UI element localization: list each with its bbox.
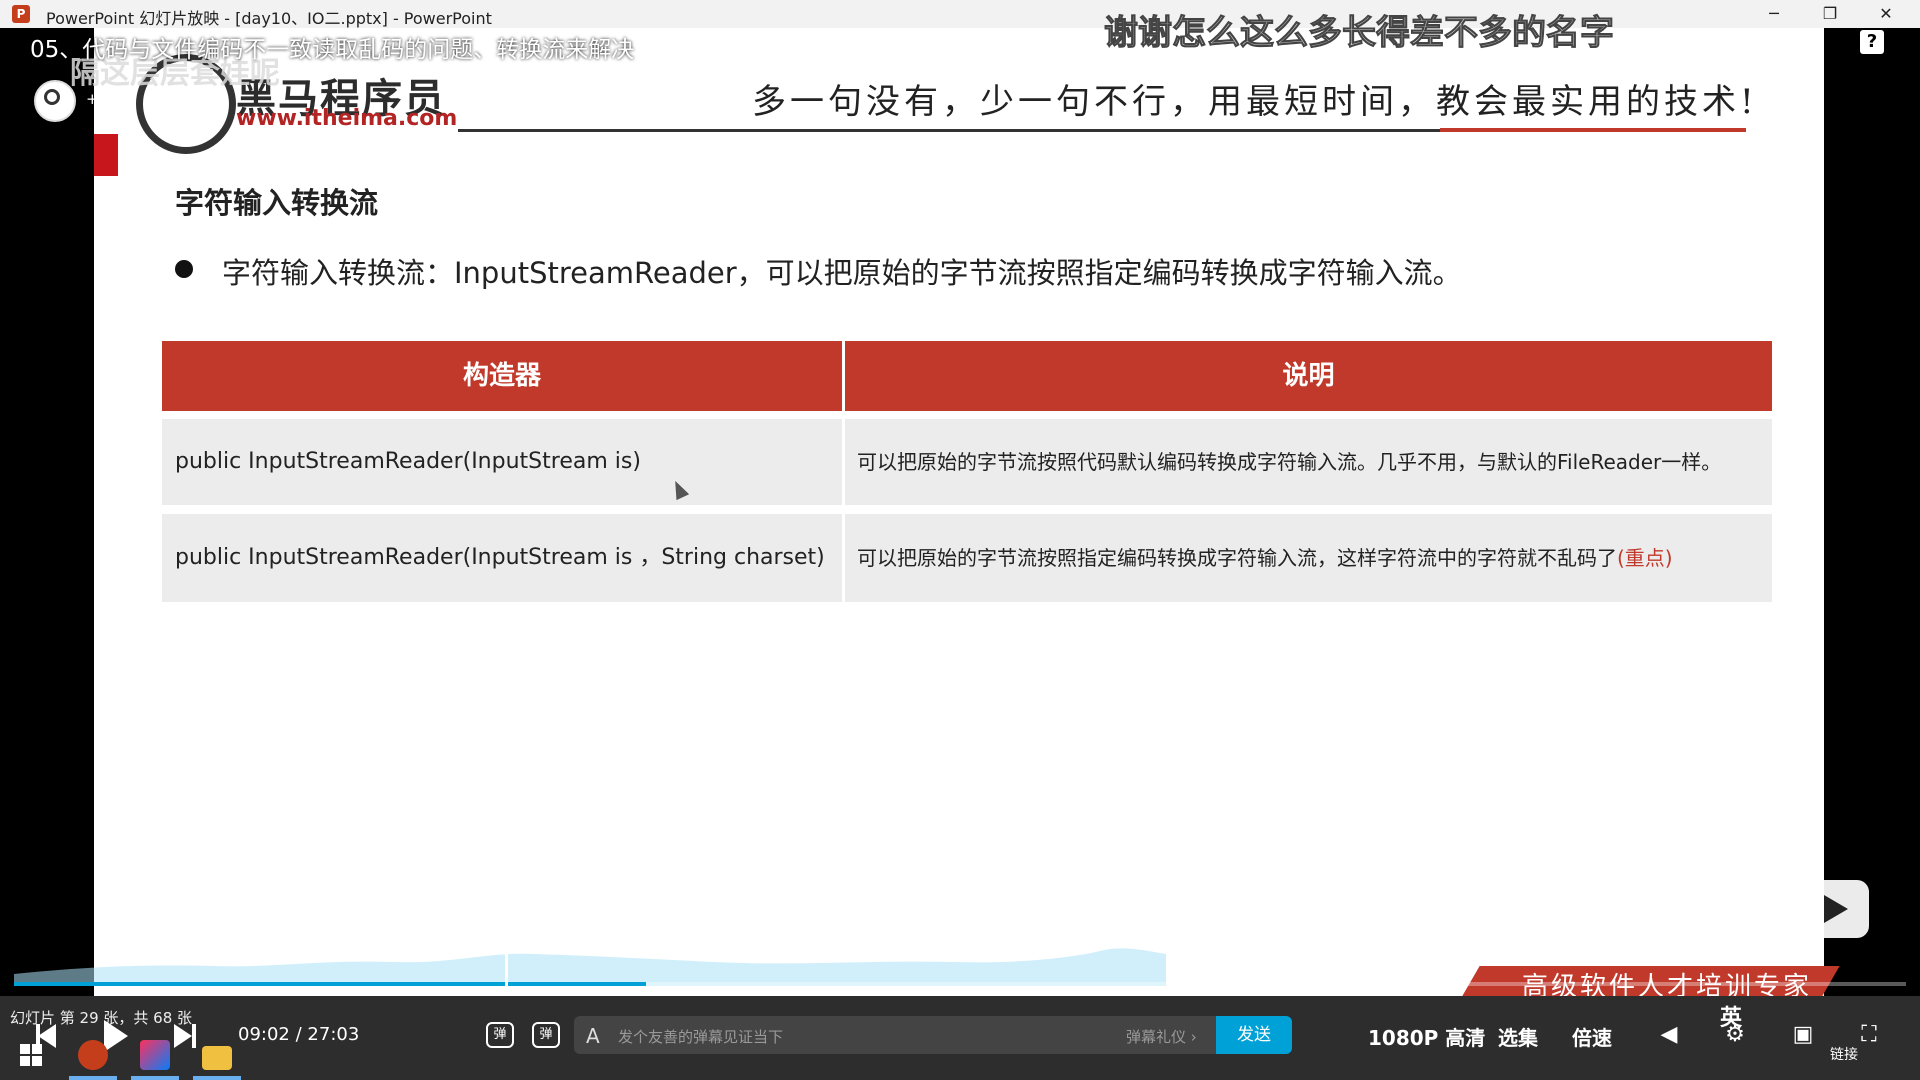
danmaku-toggle-icon[interactable]: 弹 (486, 1022, 514, 1048)
avatar-logo-icon (44, 89, 60, 105)
table-cell-constructor: public InputStreamReader(InputStream is) (162, 419, 842, 505)
ime-indicator[interactable]: 英 (1720, 1000, 1742, 1032)
total-time: 27:03 (307, 1024, 360, 1045)
time-display: 09:02 / 27:03 (238, 1024, 359, 1045)
send-danmaku-button[interactable]: 发送 (1216, 1016, 1292, 1054)
file-explorer-taskbar-icon[interactable] (202, 1046, 232, 1070)
fullscreen-icon[interactable]: ⛶ (1856, 1022, 1882, 1048)
table-cell-constructor: public InputStreamReader(InputStream is … (162, 514, 842, 602)
bullet-text: 字符输入转换流：InputStreamReader，可以把原始的字节流按照指定编… (222, 256, 1462, 290)
bullet-icon (175, 260, 193, 278)
key-point-label: (重点) (1617, 546, 1673, 570)
header-divider-accent (1440, 128, 1746, 132)
link-label[interactable]: 链接 (1830, 1044, 1858, 1064)
description-text: 可以把原始的字节流按照指定编码转换成字符输入流，这样字符流中的字符就不乱码了 (857, 546, 1617, 570)
quality-selector[interactable]: 1080P 高清 (1368, 1022, 1485, 1051)
danmaku-heatmap (14, 948, 1166, 986)
danmaku-comment: 谢谢怎么这么多长得差不多的名字 (1104, 13, 1615, 54)
restore-button[interactable]: ❐ (1802, 0, 1858, 28)
slide-heading: 字符输入转换流 (175, 186, 379, 220)
table-header-description: 说明 (845, 341, 1772, 411)
taskbar-active-indicator (193, 1076, 241, 1080)
danmaku-settings-icon[interactable]: 弹 (532, 1022, 560, 1048)
red-accent-block (94, 134, 118, 176)
minimize-button[interactable]: ─ (1746, 0, 1802, 28)
episodes-button[interactable]: 选集 (1498, 1022, 1538, 1051)
time-separator: / (295, 1024, 302, 1045)
slide-slogan: 多一句没有，少一句不行，用最短时间，教会最实用的技术! (752, 82, 1758, 122)
speed-button[interactable]: 倍速 (1572, 1022, 1612, 1051)
taskbar-active-indicator (131, 1076, 179, 1080)
intellij-taskbar-icon[interactable] (140, 1040, 170, 1070)
danmaku-input-placeholder: 发个友善的弹幕见证当下 (618, 1028, 784, 1046)
font-style-icon[interactable]: A (586, 1024, 600, 1048)
description-text: 可以把原始的字节流按照代码默认编码转换成字符输入流。几乎不用，与默认的FileR… (857, 450, 1722, 474)
powerpoint-icon: P (12, 5, 30, 23)
chapter-marker (505, 950, 508, 986)
video-title: 05、代码与文件编码不一致读取乱码的问题、转换流来解决 (30, 37, 635, 63)
window-title: PowerPoint 幻灯片放映 - [day10、IO二.pptx] - Po… (46, 9, 492, 28)
play-icon (1824, 895, 1848, 923)
close-button[interactable]: ✕ (1858, 0, 1914, 28)
help-icon[interactable]: ? (1860, 30, 1884, 54)
picture-in-picture-icon[interactable]: ▣ (1790, 1022, 1816, 1048)
slide-canvas (94, 28, 1824, 996)
table-cell-description: 可以把原始的字节流按照指定编码转换成字符输入流，这样字符流中的字符就不乱码了(重… (845, 514, 1772, 602)
danmaku-etiquette-link[interactable]: 弹幕礼仪 › (1126, 1026, 1197, 1047)
next-icon-bar (192, 1024, 196, 1048)
taskbar-active-indicator (69, 1076, 117, 1080)
current-time: 09:02 (238, 1024, 290, 1045)
logo-url: www.itheima.com (236, 106, 458, 131)
progress-fill (14, 982, 646, 986)
play-button[interactable] (104, 1020, 128, 1052)
volume-icon[interactable]: ◀ (1656, 1022, 1682, 1048)
windows-start-icon[interactable] (20, 1044, 42, 1066)
table-header-constructor: 构造器 (162, 341, 842, 411)
next-button[interactable] (174, 1024, 192, 1048)
follow-button[interactable]: + 关注 (86, 88, 133, 109)
powerpoint-taskbar-icon[interactable] (78, 1040, 108, 1070)
table-cell-description: 可以把原始的字节流按照代码默认编码转换成字符输入流。几乎不用，与默认的FileR… (845, 419, 1772, 505)
